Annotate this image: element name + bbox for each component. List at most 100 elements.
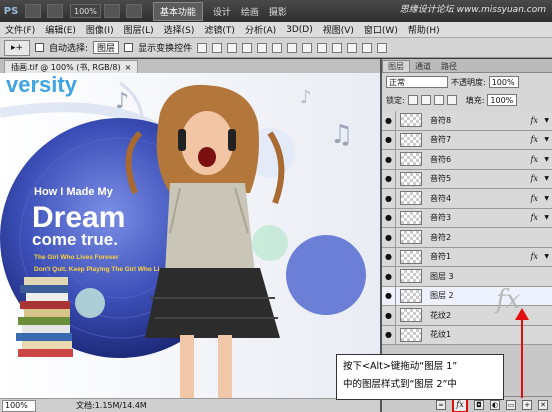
zoom-select[interactable]: 100%	[70, 4, 101, 18]
fx-icon[interactable]: fx	[531, 213, 538, 222]
link-layers-icon[interactable]: ∞	[436, 399, 446, 410]
blend-mode-select[interactable]: 正常	[386, 76, 448, 88]
fx-icon[interactable]: fx	[531, 116, 538, 125]
menu-window[interactable]: 窗口(W)	[359, 23, 403, 36]
lock-all-icon[interactable]	[446, 95, 457, 105]
layer-row[interactable]: ● 音符1 fx ▼	[382, 247, 552, 267]
fx-icon[interactable]: fx	[531, 135, 538, 144]
menu-help[interactable]: 帮助(H)	[403, 23, 445, 36]
tab-paths[interactable]: 路径	[436, 60, 462, 72]
eye-icon[interactable]: ●	[382, 208, 396, 227]
bridge-icon[interactable]	[25, 4, 41, 18]
music-note-icon: ♫	[330, 120, 353, 150]
layer-row[interactable]: ● 音符4 fx ▼	[382, 189, 552, 209]
layer-row[interactable]: ● 音符6 fx ▼	[382, 150, 552, 170]
layer-row-selected[interactable]: ● 图层 2	[382, 286, 552, 306]
layer-row[interactable]: ● 音符8 fx ▼	[382, 111, 552, 131]
layer-row[interactable]: ● 音符3 fx ▼	[382, 208, 552, 228]
layer-row[interactable]: ● 图层 3	[382, 267, 552, 287]
move-tool-icon[interactable]: ▸+	[4, 39, 30, 56]
menu-analysis[interactable]: 分析(A)	[240, 23, 281, 36]
adjustment-layer-icon[interactable]: ◐	[490, 399, 500, 410]
layer-row[interactable]: ● 音符7 fx ▼	[382, 130, 552, 150]
layer-row[interactable]: ● 音符2	[382, 228, 552, 248]
expand-arrow-icon[interactable]: ▼	[544, 253, 549, 260]
fx-icon[interactable]: fx	[531, 174, 538, 183]
auto-select-dropdown[interactable]: 图层	[93, 41, 120, 54]
workspace-photography[interactable]: 摄影	[269, 5, 287, 18]
distribute-center-icon[interactable]	[347, 42, 358, 53]
align-center-icon[interactable]	[257, 42, 268, 53]
eye-icon[interactable]: ●	[382, 286, 396, 305]
distribute-left-icon[interactable]	[332, 42, 343, 53]
lock-pixels-icon[interactable]	[420, 95, 431, 105]
align-middle-icon[interactable]	[212, 42, 223, 53]
expand-arrow-icon[interactable]: ▼	[544, 175, 549, 182]
auto-align-icon[interactable]	[377, 42, 388, 53]
status-zoom-field[interactable]: 100%	[2, 399, 36, 412]
layer-row[interactable]: ● 音符5 fx ▼	[382, 169, 552, 189]
workspace-painting[interactable]: 绘画	[241, 5, 259, 18]
menu-layer[interactable]: 图层(L)	[119, 23, 159, 36]
layer-name: 音符2	[430, 232, 452, 242]
align-bottom-icon[interactable]	[227, 42, 238, 53]
tab-layers[interactable]: 图层	[382, 60, 410, 72]
layer-row[interactable]: ● 花纹1	[382, 325, 552, 345]
expand-arrow-icon[interactable]: ▼	[544, 136, 549, 143]
eye-icon[interactable]: ●	[382, 325, 396, 344]
document-tab[interactable]: 插画.tif @ 100% (书, RGB/8) ×	[4, 60, 139, 73]
new-group-icon[interactable]: ▭	[506, 399, 516, 410]
menu-edit[interactable]: 编辑(E)	[40, 23, 81, 36]
menu-filter[interactable]: 滤镜(T)	[199, 23, 240, 36]
hand-tool-icon[interactable]	[103, 4, 120, 18]
document-size-info[interactable]: 文档:1.15M/14.4M	[76, 400, 147, 411]
expand-arrow-icon[interactable]: ▼	[544, 195, 549, 202]
menu-3d[interactable]: 3D(D)	[281, 25, 318, 35]
document-canvas[interactable]: ♪ ♫ ♪ versity How I Made My Dream come t…	[0, 73, 380, 398]
auto-select-checkbox[interactable]	[35, 43, 44, 52]
eye-icon[interactable]: ●	[382, 169, 396, 188]
expand-arrow-icon[interactable]: ▼	[544, 156, 549, 163]
align-left-icon[interactable]	[242, 42, 253, 53]
menu-bar: 文件(F) 编辑(E) 图像(I) 图层(L) 选择(S) 滤镜(T) 分析(A…	[0, 22, 552, 38]
lock-transparency-icon[interactable]	[407, 95, 418, 105]
eye-icon[interactable]: ●	[382, 130, 396, 149]
add-mask-icon[interactable]: ◘	[474, 399, 484, 410]
eye-icon[interactable]: ●	[382, 306, 396, 325]
close-icon[interactable]: ×	[125, 63, 132, 72]
distribute-top-icon[interactable]	[287, 42, 298, 53]
menu-select[interactable]: 选择(S)	[159, 23, 200, 36]
distribute-middle-icon[interactable]	[302, 42, 313, 53]
align-right-icon[interactable]	[272, 42, 283, 53]
opacity-field[interactable]: 100%	[488, 76, 519, 88]
eye-icon[interactable]: ●	[382, 150, 396, 169]
workspace-essentials-button[interactable]: 基本功能	[152, 1, 203, 21]
eye-icon[interactable]: ●	[382, 189, 396, 208]
menu-view[interactable]: 视图(V)	[318, 23, 359, 36]
new-layer-icon[interactable]: +	[522, 399, 532, 410]
eye-icon[interactable]: ●	[382, 111, 396, 130]
layer-name: 图层 3	[430, 271, 454, 281]
tab-channels[interactable]: 通道	[410, 60, 436, 72]
expand-arrow-icon[interactable]: ▼	[544, 214, 549, 221]
eye-icon[interactable]: ●	[382, 228, 396, 247]
menu-image[interactable]: 图像(I)	[81, 23, 119, 36]
show-transform-checkbox[interactable]	[124, 43, 134, 52]
menu-file[interactable]: 文件(F)	[0, 23, 40, 36]
workspace-design[interactable]: 设计	[213, 5, 231, 18]
fill-field[interactable]: 100%	[487, 94, 518, 106]
align-top-icon[interactable]	[197, 42, 208, 53]
fx-icon[interactable]: fx	[531, 194, 538, 203]
fx-icon[interactable]: fx	[531, 155, 538, 164]
arrange-icon[interactable]	[125, 4, 142, 18]
expand-arrow-icon[interactable]: ▼	[544, 117, 549, 124]
opacity-label: 不透明度:	[451, 77, 486, 87]
eye-icon[interactable]: ●	[382, 247, 396, 266]
distribute-bottom-icon[interactable]	[317, 42, 328, 53]
lock-position-icon[interactable]	[433, 95, 444, 105]
eye-icon[interactable]: ●	[382, 267, 396, 286]
fx-icon[interactable]: fx	[531, 252, 538, 261]
delete-layer-icon[interactable]: ✕	[538, 399, 548, 410]
mini-bridge-icon[interactable]	[47, 4, 63, 18]
distribute-right-icon[interactable]	[362, 42, 373, 53]
